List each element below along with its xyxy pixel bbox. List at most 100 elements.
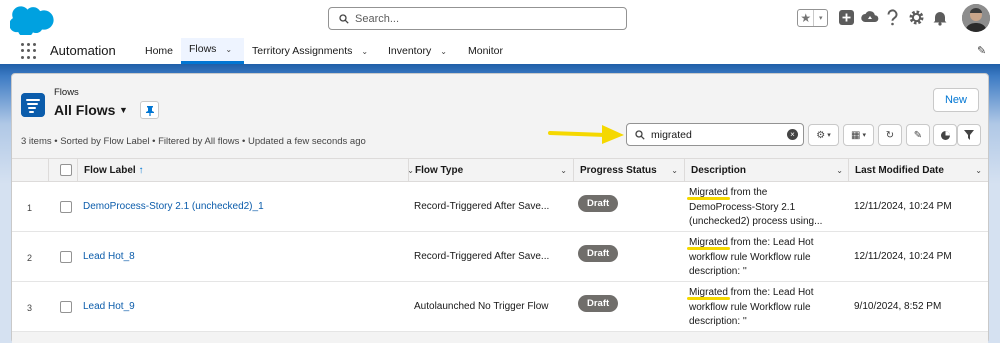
chevron-down-icon: ▾ xyxy=(827,132,831,139)
charts-button[interactable] xyxy=(933,124,957,146)
row-checkbox[interactable] xyxy=(60,301,72,313)
chevron-down-icon[interactable]: ⌄ xyxy=(440,39,447,64)
table-icon: ▦ xyxy=(851,129,861,141)
column-progress-status[interactable]: Progress Status ⌄ xyxy=(573,159,684,182)
chevron-down-icon[interactable]: ▾ xyxy=(814,14,827,22)
list-settings-button[interactable]: ⚙ ▾ xyxy=(808,124,839,146)
filter-button[interactable] xyxy=(957,124,981,146)
row-number-header xyxy=(12,159,48,182)
refresh-button[interactable]: ↻ xyxy=(878,124,902,146)
description-text: from the: Lead Hot xyxy=(727,237,814,248)
nav-item-label: Home xyxy=(145,44,174,57)
column-flow-label[interactable]: Flow Label ↑ ⌄ xyxy=(77,159,420,182)
clear-search-icon[interactable]: × xyxy=(787,129,798,140)
last-modified-date: 12/11/2024, 10:24 PM xyxy=(854,251,952,262)
pin-list-view-button[interactable] xyxy=(140,101,159,119)
row-number: 2 xyxy=(27,253,33,263)
column-description[interactable]: Description ⌄ xyxy=(684,159,849,182)
select-all-header xyxy=(48,159,77,182)
description-text: from the: Lead Hot xyxy=(727,287,814,298)
flow-type: Record-Triggered After Save... xyxy=(414,251,550,262)
column-last-modified-date[interactable]: Last Modified Date ⌄ xyxy=(848,159,988,182)
global-search-input[interactable]: Search... xyxy=(328,7,627,30)
sort-arrow-icon: ↑ xyxy=(138,165,144,176)
chevron-down-icon[interactable]: ⌄ xyxy=(560,159,567,182)
row-checkbox[interactable] xyxy=(60,251,72,263)
favorites-button-group[interactable]: ★ ▾ xyxy=(797,9,828,27)
description-text: from the xyxy=(727,187,768,198)
flow-label-link[interactable]: DemoProcess-Story 2.1 (unchecked2)_1 xyxy=(83,201,264,212)
notification-bell-icon[interactable] xyxy=(932,9,948,26)
new-button[interactable]: New xyxy=(933,88,979,112)
chevron-down-icon[interactable]: ⌄ xyxy=(361,39,368,64)
salesforce-logo[interactable] xyxy=(10,5,56,35)
flow-label-link[interactable]: Lead Hot_9 xyxy=(83,301,135,312)
table-footer xyxy=(12,333,988,343)
search-icon xyxy=(339,13,349,24)
column-label: Flow Label xyxy=(84,165,136,176)
flow-object-icon xyxy=(21,93,45,117)
search-highlight: Migrated xyxy=(689,287,728,298)
filter-icon xyxy=(964,130,974,140)
table-row[interactable]: 1 DemoProcess-Story 2.1 (unchecked2)_1 R… xyxy=(12,182,988,232)
gear-icon[interactable] xyxy=(908,9,925,26)
description: Migrated from the DemoProcess-Story 2.1 … xyxy=(689,186,839,230)
description-text: workflow rule Workflow rule xyxy=(689,251,811,263)
table-row[interactable]: 2 Lead Hot_8 Record-Triggered After Save… xyxy=(12,232,988,282)
nav-item-territory-assignments[interactable]: Territory Assignments ⌄ xyxy=(252,38,368,64)
search-placeholder: Search... xyxy=(355,12,400,25)
nav-item-inventory[interactable]: Inventory ⌄ xyxy=(388,38,447,64)
star-icon[interactable]: ★ xyxy=(798,10,815,26)
description: Migrated from the: Lead Hot workflow rul… xyxy=(689,236,839,280)
user-avatar[interactable] xyxy=(962,4,990,32)
help-icon[interactable] xyxy=(886,9,899,26)
column-label: Description xyxy=(691,165,747,176)
display-as-table-button[interactable]: ▦ ▾ xyxy=(843,124,874,146)
description-text: workflow rule Workflow rule xyxy=(689,301,811,313)
app-launcher-icon[interactable] xyxy=(21,43,37,59)
nav-item-label: Territory Assignments xyxy=(252,44,353,57)
last-modified-date: 12/11/2024, 10:24 PM xyxy=(854,201,952,212)
column-flow-type[interactable]: Flow Type ⌄ xyxy=(408,159,573,182)
search-highlight: Migrated xyxy=(689,237,728,248)
flow-type: Record-Triggered After Save... xyxy=(414,201,550,212)
nav-item-label: Monitor xyxy=(468,44,504,57)
nav-item-flows[interactable]: Flows ⌄ xyxy=(181,38,244,64)
pie-chart-icon xyxy=(940,130,950,140)
chevron-down-icon[interactable]: ⌄ xyxy=(671,159,678,182)
avatar-photo xyxy=(962,4,990,32)
chevron-down-icon: ▾ xyxy=(862,132,866,139)
table-row[interactable]: 3 Lead Hot_9 Autolaunched No Trigger Flo… xyxy=(12,282,988,332)
nav-item-home[interactable]: Home xyxy=(137,38,181,64)
nav-item-label: Inventory xyxy=(388,44,432,57)
edit-list-button[interactable]: ✎ xyxy=(906,124,930,146)
select-all-checkbox[interactable] xyxy=(60,164,72,176)
chevron-down-icon[interactable]: ⌄ xyxy=(975,159,982,182)
description-text: description: '' xyxy=(689,316,747,327)
list-search-input[interactable]: migrated × xyxy=(626,123,804,146)
global-add-icon[interactable] xyxy=(838,9,855,26)
annotation-arrow-icon xyxy=(548,125,624,144)
row-checkbox[interactable] xyxy=(60,201,72,213)
nav-item-monitor[interactable]: Monitor xyxy=(468,38,503,64)
flow-type: Autolaunched No Trigger Flow xyxy=(414,301,549,312)
chevron-down-icon[interactable]: ⌄ xyxy=(225,37,232,62)
status-badge: Draft xyxy=(578,195,619,212)
trailhead-icon[interactable] xyxy=(861,9,879,26)
chevron-down-icon[interactable]: ⌄ xyxy=(836,159,843,182)
list-search-value: migrated xyxy=(651,128,692,141)
edit-nav-pencil-icon[interactable]: ✎ xyxy=(977,44,986,57)
list-view-title[interactable]: All Flows xyxy=(54,102,115,118)
flow-label-link[interactable]: Lead Hot_8 xyxy=(83,251,135,262)
pencil-icon: ✎ xyxy=(913,129,923,141)
caret-down-icon[interactable]: ▼ xyxy=(119,105,128,115)
column-label: Flow Type xyxy=(415,165,464,176)
description-text: DemoProcess-Story 2.1 xyxy=(689,201,796,213)
gear-icon: ⚙ xyxy=(816,129,826,141)
nav-item-label: Flows xyxy=(189,43,217,55)
app-name: Automation xyxy=(50,43,116,58)
row-number: 3 xyxy=(27,303,33,313)
description-text: (unchecked2) process using... xyxy=(689,216,823,227)
row-number: 1 xyxy=(27,203,33,213)
object-label: Flows xyxy=(54,87,79,98)
